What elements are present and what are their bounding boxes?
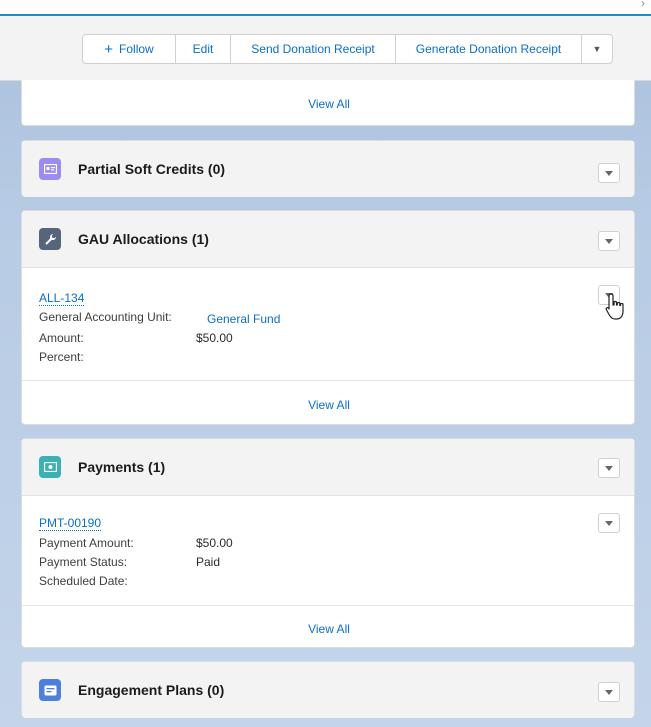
chevron-down-icon bbox=[605, 520, 613, 526]
plus-icon: + bbox=[104, 40, 114, 58]
follow-button[interactable]: + Follow bbox=[82, 34, 176, 64]
view-all-link[interactable]: View All bbox=[22, 398, 636, 412]
divider bbox=[22, 605, 634, 606]
field-value: $50.00 bbox=[196, 331, 233, 345]
send-donation-receipt-button[interactable]: Send Donation Receipt bbox=[230, 34, 396, 64]
send-receipt-label: Send Donation Receipt bbox=[251, 42, 375, 56]
field-value: $50.00 bbox=[196, 536, 233, 550]
action-button-group: + Follow Edit Send Donation Receipt Gene… bbox=[82, 34, 613, 66]
chevron-down-icon bbox=[605, 238, 613, 244]
payments-card: Payments (1) PMT-00190 Payment Amount: $… bbox=[21, 438, 635, 648]
gau-allocations-card: GAU Allocations (1) ALL-134 General Acco… bbox=[21, 210, 635, 425]
view-all-link[interactable]: View All bbox=[22, 622, 636, 636]
field-label: Scheduled Date: bbox=[39, 574, 128, 588]
field-label: Payment Status: bbox=[39, 555, 128, 569]
edit-button[interactable]: Edit bbox=[175, 34, 231, 64]
record-action-header: + Follow Edit Send Donation Receipt Gene… bbox=[0, 16, 651, 81]
row-menu-button[interactable] bbox=[598, 513, 620, 533]
more-actions-button[interactable]: ▼ bbox=[581, 34, 613, 64]
card-title: Partial Soft Credits (0) bbox=[78, 161, 226, 177]
generate-receipt-label: Generate Donation Receipt bbox=[415, 42, 562, 56]
field-value: Paid bbox=[196, 555, 221, 569]
card-menu-button[interactable] bbox=[598, 231, 620, 251]
partial-soft-credits-header: Partial Soft Credits (0) bbox=[22, 141, 634, 197]
card-title: GAU Allocations (1) bbox=[78, 231, 209, 247]
chevron-down-icon bbox=[605, 465, 613, 471]
divider bbox=[22, 380, 634, 381]
soft-credit-icon bbox=[39, 158, 61, 180]
chevron-down-icon bbox=[605, 689, 613, 695]
field-label: Percent: bbox=[39, 350, 84, 364]
card-title: Payments (1) bbox=[78, 459, 166, 475]
chevron-down-icon: ▼ bbox=[592, 44, 602, 54]
field-label: Payment Amount: bbox=[39, 536, 134, 550]
gau-allocations-header: GAU Allocations (1) bbox=[22, 211, 634, 268]
payment-record-link[interactable]: PMT-00190 bbox=[39, 516, 102, 531]
corner-chevron-icon: › bbox=[641, 0, 645, 10]
allocation-record-link[interactable]: ALL-134 bbox=[39, 291, 85, 306]
wrench-icon bbox=[39, 228, 61, 250]
engagement-plans-card: Engagement Plans (0) bbox=[21, 661, 635, 718]
engagement-plans-header: Engagement Plans (0) bbox=[22, 662, 634, 718]
general-fund-link[interactable]: General Fund bbox=[207, 312, 280, 326]
card-title: Engagement Plans (0) bbox=[78, 682, 225, 698]
card-menu-button[interactable] bbox=[598, 163, 620, 183]
field-label: General Accounting Unit: bbox=[39, 310, 172, 324]
hand-cursor-icon bbox=[604, 292, 628, 327]
related-list-card-top: View All bbox=[21, 80, 635, 126]
payments-header: Payments (1) bbox=[22, 439, 634, 496]
field-label: Amount: bbox=[39, 331, 84, 345]
card-menu-button[interactable] bbox=[598, 458, 620, 478]
partial-soft-credits-card: Partial Soft Credits (0) bbox=[21, 140, 635, 197]
payment-icon bbox=[39, 456, 61, 478]
generate-donation-receipt-button[interactable]: Generate Donation Receipt bbox=[395, 34, 582, 64]
edit-label: Edit bbox=[192, 42, 214, 56]
chevron-down-icon bbox=[605, 170, 613, 176]
card-menu-button[interactable] bbox=[598, 682, 620, 702]
top-bar: › bbox=[0, 0, 651, 16]
engagement-plan-icon bbox=[39, 679, 61, 701]
view-all-link[interactable]: View All bbox=[22, 97, 636, 111]
follow-label: Follow bbox=[119, 42, 154, 56]
